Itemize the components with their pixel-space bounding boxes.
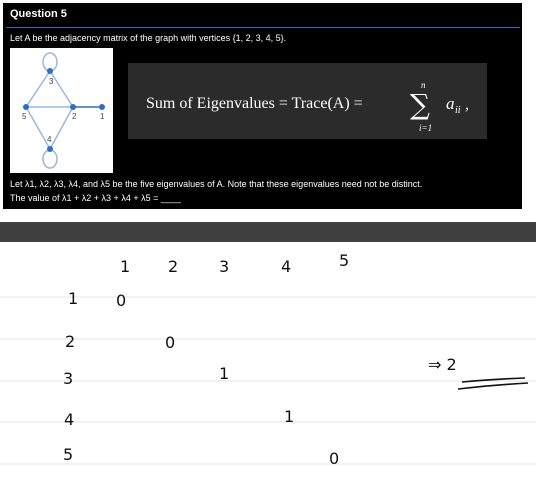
graph-figure: 3 5 2 1 4 [10,48,113,173]
question-text-line-2: The value of λ1 + λ2 + λ3 + λ4 + λ5 = __… [10,193,181,203]
row-header-2: 2 [65,332,75,351]
answer-double-underline [457,382,529,390]
vertex-label-3: 3 [49,77,54,86]
formula-svg: Sum of Eigenvalues = Trace(A) = n ∑ i=1 … [146,80,469,133]
vertex-label-2: 2 [72,112,77,121]
notes-canvas: 1 2 3 4 5 1 2 3 4 5 0 0 1 1 0 ⇒ 2 [0,251,536,468]
row-header-4: 4 [64,410,74,429]
diagonal-entry-5: 0 [329,449,339,468]
ruled-lines [0,296,536,465]
column-header-5: 5 [339,251,349,270]
question-text-line-1: Let λ1, λ2, λ3, λ4, and λ5 be the five e… [10,179,423,189]
diagonal-entry-3: 1 [219,364,229,383]
formula-term: a [446,94,455,113]
section-divider [0,222,536,242]
vertex-label-5: 5 [22,112,27,121]
vertex-3 [47,68,53,74]
column-header-3: 3 [219,257,229,276]
question-panel: Question 5 Let A be the adjacency matrix… [3,3,522,209]
vertex-label-1: 1 [100,112,105,121]
vertex-label-4: 4 [47,135,52,144]
row-header-3: 3 [63,369,73,388]
formula-subscript: ii [455,105,461,116]
vertex-2 [70,104,76,110]
vertex-5 [23,104,29,110]
column-header-1: 1 [120,257,130,276]
column-header-4: 4 [281,257,291,276]
row-header-1: 1 [68,289,78,308]
diagonal-entry-4: 1 [284,407,294,426]
loop-edge-4 [42,149,58,169]
answer-result: ⇒ 2 [428,355,457,374]
summation-icon: ∑ [410,88,430,121]
formula-tail: , [465,96,469,113]
row-header-5: 5 [63,445,73,464]
formula-box: Sum of Eigenvalues = Trace(A) = n ∑ i=1 … [128,63,487,139]
vertex-1 [99,104,105,110]
diagonal-entry-2: 0 [165,333,175,352]
diagonal-entry-1: 0 [116,291,126,310]
edge-2-4 [49,106,74,150]
formula-lhs: Sum of Eigenvalues = Trace(A) = [146,95,363,112]
handwritten-notes: 1 2 3 4 5 1 2 3 4 5 0 0 1 1 0 ⇒ 2 [0,242,536,488]
title-divider [6,27,520,28]
graph-svg: 3 5 2 1 4 [22,52,105,169]
question-intro: Let A be the adjacency matrix of the gra… [10,33,287,43]
edge-3-5 [25,70,51,108]
vertex-4 [47,146,53,152]
sum-lower-limit: i=1 [419,123,432,133]
column-header-2: 2 [168,257,178,276]
question-title: Question 5 [10,8,67,20]
